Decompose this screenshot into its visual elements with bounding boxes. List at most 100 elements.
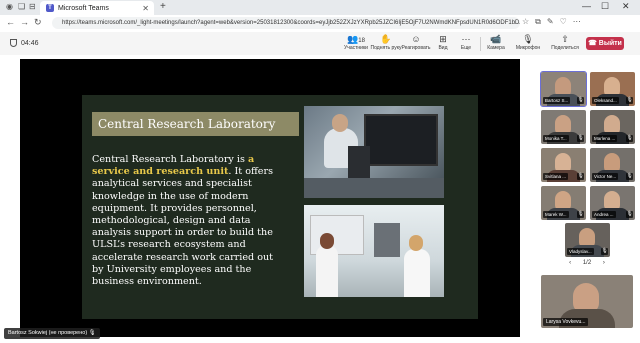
lab-microscope-photo <box>304 106 444 198</box>
shield-icon <box>10 39 17 47</box>
slide-title: Central Research Laboratory <box>92 112 299 136</box>
profile-icon[interactable]: ◉ <box>6 2 13 11</box>
participant-name: Larysa Vovkevu... <box>543 318 589 326</box>
more-icon: ⋯ <box>461 34 471 44</box>
mic-icon: 🎙 <box>88 330 96 336</box>
participant-tile[interactable]: Victor Ne... 🎙 <box>590 148 635 182</box>
meeting-toolbar: 04:46 👥18 Участники ✋ Поднять руку ☺ Реа… <box>0 32 640 55</box>
participant-tile[interactable]: Vladyslav... 🎙 <box>565 223 610 257</box>
mic-muted-icon: 🎙 <box>577 211 584 218</box>
teams-favicon-icon: T <box>46 4 54 12</box>
microphone-button[interactable]: 🎙 Микрофон <box>514 34 542 51</box>
hand-icon: ✋ <box>380 34 392 44</box>
self-view-tile[interactable]: Larysa Vovkevu... <box>541 275 633 328</box>
slide-body-rest: . It offers analytical services and spec… <box>92 166 273 288</box>
microscope-shape <box>348 146 370 182</box>
participant-name: Victor Ne... <box>592 173 619 180</box>
participant-name: Oleksand... <box>592 97 619 104</box>
participant-tile[interactable]: Svitlana ... 🎙 <box>541 148 586 182</box>
slide-body-intro: Central Research Laboratory is <box>92 154 248 165</box>
participant-tile[interactable]: Monika T... 🎙 <box>541 110 586 144</box>
participant-name: Marek W... <box>543 211 569 218</box>
more-button[interactable]: ⋯ Еще <box>456 34 476 51</box>
raise-hand-label: Поднять руку <box>370 45 402 51</box>
presenter-label: Bartosz Sokwiej (не проверено) 🎙 <box>4 328 100 339</box>
participant-name: Vladyslav... <box>567 248 594 255</box>
new-tab-button[interactable]: + <box>160 1 166 12</box>
raise-hand-button[interactable]: ✋ Поднять руку <box>370 34 402 51</box>
phone-icon: ☎ <box>588 40 599 47</box>
browser-titlebar: ◉ ❏ ⊟ T Microsoft Teams ✕ + — ☐ ✕ <box>0 0 640 15</box>
participant-name: Andrea ... <box>592 211 616 218</box>
participant-name: Marlena ... <box>592 135 618 142</box>
workspaces-icon[interactable]: ❏ <box>18 2 25 11</box>
mic-muted-icon: 🎙 <box>626 173 633 180</box>
maximize-button[interactable]: ☐ <box>601 1 609 12</box>
back-icon[interactable]: ← <box>6 17 15 27</box>
minimize-button[interactable]: — <box>582 1 591 11</box>
react-button[interactable]: ☺ Реагировать <box>401 34 431 51</box>
participant-tile[interactable]: Bartosz S... 🎙 <box>540 71 587 107</box>
gallery-pager: ‹ 1/2 › <box>534 260 640 266</box>
leave-label: Выйти <box>598 40 622 47</box>
tab-close-icon[interactable]: ✕ <box>142 4 149 13</box>
grid-icon: ⊞ <box>439 34 447 44</box>
head-right-shape <box>409 235 423 251</box>
mic-muted-icon: 🎙 <box>626 97 633 104</box>
desk-shape <box>304 178 444 198</box>
participant-tile[interactable]: Marek W... 🎙 <box>541 186 586 220</box>
browser-toolbar: ← → ↻ https://teams.microsoft.com/_light… <box>0 15 640 33</box>
timer-text: 04:46 <box>21 39 39 47</box>
camera-label: Камера <box>487 45 505 51</box>
participant-tile[interactable]: Marlena ... 🎙 <box>590 110 635 144</box>
mic-muted-icon: 🎙 <box>577 97 584 104</box>
share-button[interactable]: ⇧ Поделиться <box>550 34 580 51</box>
mic-muted-icon: 🎙 <box>601 248 608 255</box>
view-button[interactable]: ⊞ Вид <box>433 34 453 51</box>
browser-tab-teams[interactable]: T Microsoft Teams ✕ <box>40 1 154 15</box>
participants-gallery: Bartosz S... 🎙 Oleksand... 🎙 Monika T...… <box>534 55 640 343</box>
share-label: Поделиться <box>551 45 579 51</box>
leave-button[interactable]: ☎ Выйти <box>586 37 624 50</box>
react-label: Реагировать <box>401 45 431 51</box>
microphone-icon: 🎙 <box>522 34 534 44</box>
microphone-label: Микрофон <box>515 45 541 51</box>
mic-muted-icon: 🎙 <box>626 211 633 218</box>
presenter-name: Bartosz Sokwiej (не проверено) <box>8 330 88 336</box>
mic-muted-icon: 🎙 <box>577 173 584 180</box>
camera-button[interactable]: 📹 Камера <box>485 34 507 51</box>
meeting-timer: 04:46 <box>10 39 39 47</box>
tab-actions-icon[interactable]: ⊟ <box>29 2 36 11</box>
participant-tile[interactable]: Oleksand... 🎙 <box>590 72 635 106</box>
participant-name: Svitlana ... <box>543 173 569 180</box>
tab-title: Microsoft Teams <box>58 4 109 12</box>
head-shape <box>332 114 348 132</box>
mic-muted-icon: 🎙 <box>626 135 633 142</box>
meeting-stage: Central Research Laboratory Central Rese… <box>0 55 534 343</box>
presentation-slide: Central Research Laboratory Central Rese… <box>82 95 478 319</box>
shared-screen: Central Research Laboratory Central Rese… <box>20 59 520 337</box>
view-label: Вид <box>438 45 448 51</box>
chevron-left-icon[interactable]: ‹ <box>569 260 571 266</box>
researcher-right-shape <box>404 249 430 297</box>
participants-icon: 👥 <box>347 34 359 44</box>
instrument-shape <box>374 223 400 257</box>
participants-button[interactable]: 👥18 Участники <box>342 34 370 51</box>
browser-extension-icons[interactable]: ☆⧉✎♡⋯ <box>522 17 587 27</box>
address-bar[interactable]: https://teams.microsoft.com/_light-meeti… <box>52 17 520 29</box>
emoji-icon: ☺ <box>411 34 421 44</box>
camera-icon: 📹 <box>490 34 502 44</box>
toolbar-divider <box>480 37 481 51</box>
monitor-shape <box>364 114 438 166</box>
close-window-button[interactable]: ✕ <box>622 1 630 12</box>
participant-name: Bartosz S... <box>543 97 571 104</box>
chevron-right-icon[interactable]: › <box>603 260 605 266</box>
page-indicator: 1/2 <box>582 260 592 266</box>
share-icon: ⇧ <box>561 34 569 44</box>
participants-count: 18 <box>358 38 365 44</box>
forward-icon[interactable]: → <box>20 17 29 27</box>
refresh-icon[interactable]: ↻ <box>34 17 42 28</box>
participant-tile[interactable]: Andrea ... 🎙 <box>590 186 635 220</box>
participant-name: Monika T... <box>543 135 569 142</box>
participants-label: Участники <box>344 45 368 51</box>
